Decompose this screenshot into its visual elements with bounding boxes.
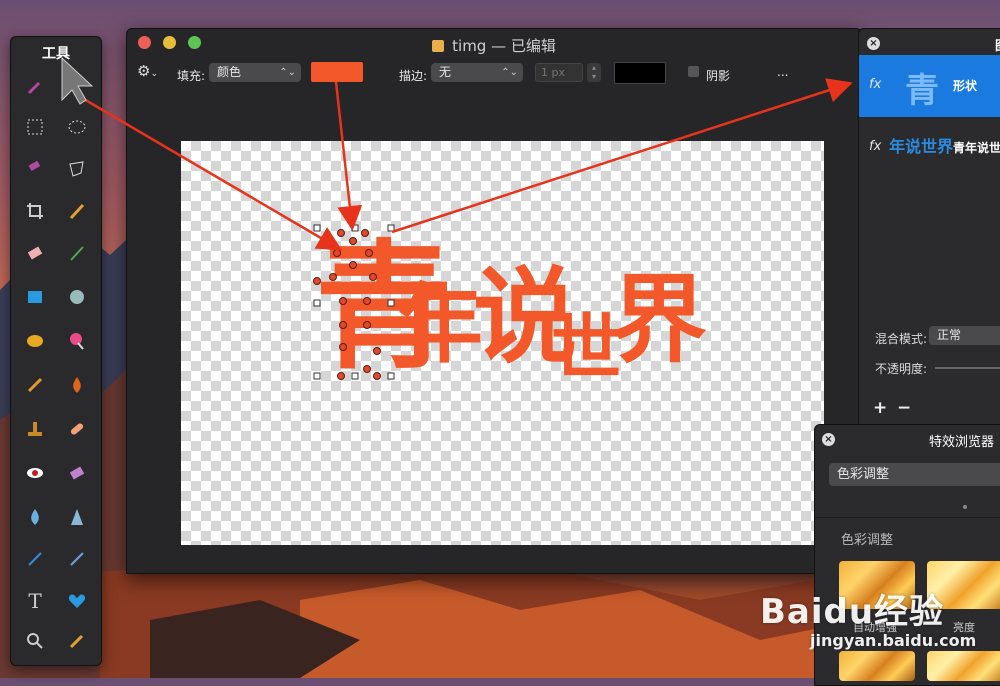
effects-title: 特效浏览器 bbox=[929, 435, 995, 450]
opacity-label: 不透明度: bbox=[875, 362, 928, 376]
shadow-label: 阴影 bbox=[706, 69, 731, 83]
fx-icon[interactable]: fx bbox=[869, 139, 881, 154]
close-icon[interactable]: × bbox=[822, 433, 835, 446]
document-icon bbox=[432, 40, 445, 52]
blend-mode-label: 混合模式: bbox=[875, 332, 928, 346]
chevron-updown-icon: ⌃⌄ bbox=[501, 67, 518, 78]
effect-thumb[interactable] bbox=[839, 651, 915, 681]
watermark-brand: Baidu经验 bbox=[760, 592, 945, 632]
shape-toolbar: ⚙⌄ 填充: 颜色⌃⌄ 描边: 无⌃⌄ ▴▾ 阴影 ... bbox=[127, 59, 861, 89]
scroll-dot bbox=[963, 505, 967, 509]
stroke-width-input[interactable] bbox=[535, 63, 583, 82]
layers-title: 图 bbox=[995, 35, 1000, 54]
blur-drop-tool[interactable] bbox=[21, 503, 49, 531]
magic-wand-tool[interactable] bbox=[21, 73, 49, 101]
stroke-width-stepper[interactable]: ▴ ▾ bbox=[587, 63, 601, 82]
selection-handles[interactable] bbox=[181, 141, 824, 545]
blend-mode-select[interactable]: 正常 bbox=[929, 326, 1000, 345]
eraser-tool[interactable] bbox=[21, 239, 49, 267]
image-canvas[interactable]: 青 年 说 世 界 bbox=[181, 141, 824, 545]
burn-tool[interactable] bbox=[63, 371, 91, 399]
layer-name: 形状 bbox=[953, 79, 978, 93]
crop-tool[interactable] bbox=[21, 197, 49, 225]
path-pen-tool[interactable] bbox=[63, 545, 91, 573]
divider bbox=[815, 517, 1000, 518]
tools-palette: 工具 T bbox=[10, 36, 102, 666]
gear-icon[interactable]: ⚙⌄ bbox=[137, 62, 158, 80]
fill-type-select[interactable]: 颜色 ⌃⌄ bbox=[209, 63, 301, 82]
more-button[interactable]: ... bbox=[777, 65, 788, 79]
zoom-icon[interactable] bbox=[21, 627, 49, 655]
add-layer-button[interactable]: + bbox=[873, 398, 887, 418]
ellipse-select-tool[interactable] bbox=[63, 113, 91, 141]
close-icon[interactable]: × bbox=[867, 37, 880, 50]
fill-color-swatch[interactable] bbox=[311, 62, 363, 82]
title-bar: timg — 已编辑 bbox=[127, 29, 861, 59]
quick-select-tool[interactable] bbox=[21, 155, 49, 183]
stroke-color-swatch[interactable] bbox=[614, 62, 666, 84]
tools-title: 工具 bbox=[42, 46, 70, 62]
opacity-slider[interactable] bbox=[935, 367, 1000, 369]
effect-thumb[interactable] bbox=[927, 651, 1000, 681]
layer-name: 青年说世 bbox=[953, 141, 1000, 155]
paint-bucket-tool[interactable] bbox=[63, 283, 91, 311]
lasso-tool[interactable] bbox=[63, 155, 91, 183]
effects-category-select[interactable]: 色彩调整 bbox=[829, 463, 1000, 486]
shadow-checkbox[interactable] bbox=[688, 66, 699, 77]
rect-select-tool[interactable] bbox=[21, 113, 49, 141]
watermark-url: jingyan.baidu.com bbox=[810, 631, 977, 650]
chevron-updown-icon: ⌃⌄ bbox=[279, 67, 296, 78]
pencil-tool[interactable] bbox=[21, 545, 49, 573]
stroke-type-select[interactable]: 无 ⌃⌄ bbox=[431, 63, 523, 82]
smudge-tool[interactable] bbox=[21, 371, 49, 399]
window-title: timg — 已编辑 bbox=[452, 37, 556, 55]
brush-tool[interactable] bbox=[63, 239, 91, 267]
ellipse-shape-tool[interactable] bbox=[21, 327, 49, 355]
fx-icon[interactable]: fx bbox=[869, 77, 881, 92]
layer-thumbnail: 年说世界 bbox=[889, 137, 954, 156]
layers-panel: × 图 fx 青 形状 fx 年说世界 青年说世 混合模式: 正常 不透明度: … bbox=[858, 28, 1000, 428]
layer-thumbnail: 青 bbox=[905, 71, 939, 111]
eraser2-tool[interactable] bbox=[63, 459, 91, 487]
red-eye-tool[interactable] bbox=[21, 459, 49, 487]
layer-row-shape[interactable]: fx 青 形状 bbox=[859, 55, 1000, 117]
bandage-tool[interactable] bbox=[63, 415, 91, 443]
stamp-tool[interactable] bbox=[21, 415, 49, 443]
effects-section-title: 色彩调整 bbox=[841, 533, 894, 548]
baidu-watermark: Baidu经验 jingyan.baidu.com bbox=[760, 584, 976, 650]
sharpen-tool[interactable] bbox=[63, 503, 91, 531]
pen-tool[interactable] bbox=[63, 197, 91, 225]
eyedropper-tool[interactable] bbox=[63, 627, 91, 655]
layer-row-text[interactable]: fx 年说世界 青年说世 bbox=[859, 117, 1000, 179]
fill-label: 填充: bbox=[177, 69, 206, 83]
stroke-label: 描边: bbox=[399, 69, 428, 83]
text-tool[interactable]: T bbox=[21, 587, 49, 615]
remove-layer-button[interactable]: − bbox=[897, 398, 911, 418]
color-lollipop-icon[interactable] bbox=[63, 327, 91, 355]
heart-shape-tool[interactable] bbox=[63, 587, 91, 615]
document-window: timg — 已编辑 ⚙⌄ 填充: 颜色⌃⌄ 描边: 无⌃⌄ ▴▾ 阴影 ...… bbox=[126, 28, 862, 574]
rectangle-shape-tool[interactable] bbox=[21, 283, 49, 311]
